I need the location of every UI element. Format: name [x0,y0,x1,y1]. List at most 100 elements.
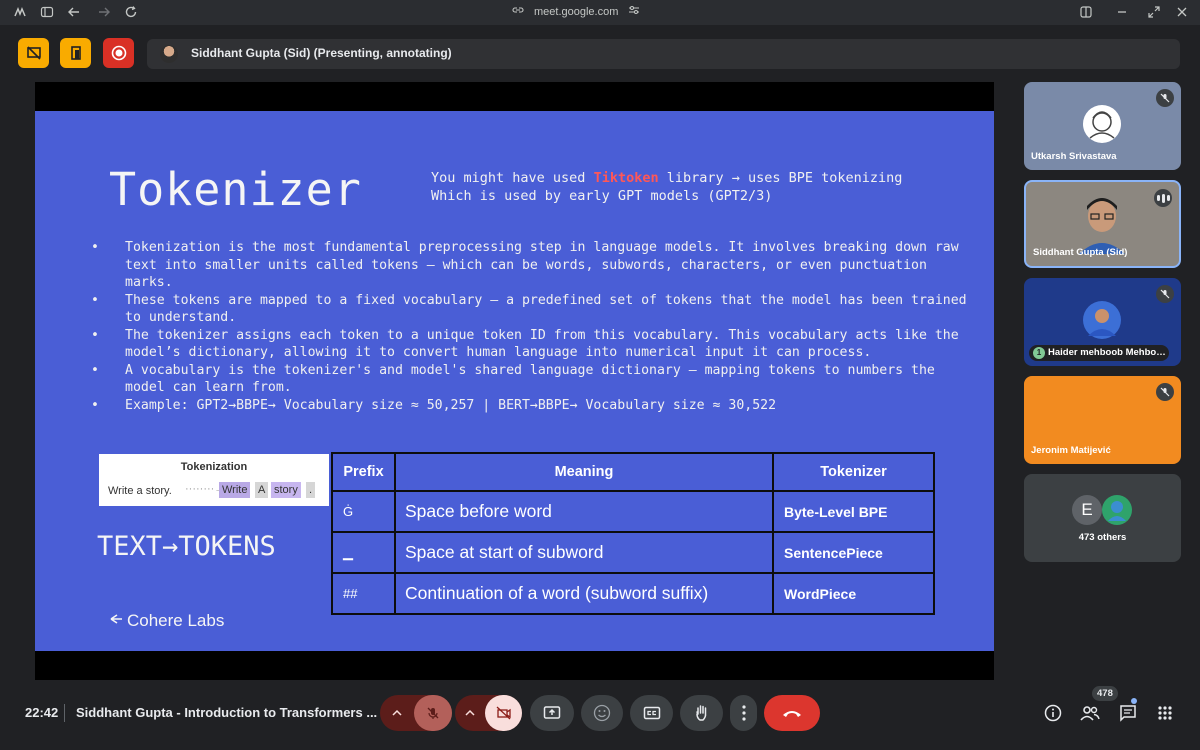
bullet-item: These tokens are mapped to a fixed vocab… [91,292,981,327]
tokenization-figure-title: Tokenization [180,461,248,473]
chat-button[interactable] [1117,702,1139,724]
others-count-label: 473 others [1078,532,1127,543]
record-button[interactable] [103,38,134,68]
cohere-logo: Cohere Labs [109,611,224,631]
cell-tokenizer: WordPiece [772,572,935,615]
mic-off-icon [1156,89,1174,107]
leave-call-button[interactable] [764,695,820,731]
col-header-prefix: Prefix [331,452,396,492]
note-highlight: Tiktoken [593,170,659,186]
prefix-table: Prefix Meaning Tokenizer Ġ Space before … [331,452,935,615]
table-row: ## Continuation of a word (subword suffi… [331,572,935,615]
other-avatar-initial: E [1072,495,1102,525]
more-icon [741,705,746,721]
participant-name: Haider mehboob Mehbo… [1048,347,1166,358]
slide: Tokenizer You might have used Tiktoken l… [35,111,994,651]
raise-hand-button[interactable] [680,695,723,731]
token-chip: story [271,482,301,498]
tune-icon[interactable] [628,4,640,21]
camera-control-group [455,695,522,731]
info-icon [1044,704,1062,722]
restore-icon[interactable] [1146,5,1161,20]
others-tile[interactable]: E 473 others [1024,474,1181,562]
captions-icon [643,706,660,720]
chat-icon [1120,705,1136,722]
camera-toggle-button[interactable] [485,695,522,731]
meeting-info-button[interactable] [1042,702,1064,724]
emoji-icon [593,704,611,722]
cell-meaning: Space before word [394,490,774,533]
participant-video [1079,198,1125,254]
url-text: meet.google.com [534,6,619,18]
door-icon [70,46,81,60]
cell-meaning: Continuation of a word (subword suffix) [394,572,774,615]
table-header-row: Prefix Meaning Tokenizer [331,452,935,492]
close-icon[interactable] [1174,5,1189,20]
reload-icon[interactable] [123,5,138,20]
cell-prefix: ▁ [331,531,396,574]
other-avatar [1102,495,1132,525]
forward-icon[interactable] [96,5,111,20]
people-icon [1080,706,1100,721]
bullet-item: Example: GPT2→BBPE→ Vocabulary size ≈ 50… [91,397,981,415]
table-row: ▁ Space at start of subword SentencePiec… [331,531,935,574]
record-icon [111,45,126,61]
participant-name: Siddhant Gupta (Sid) [1033,247,1128,258]
people-count-badge: 478 [1092,686,1118,701]
participant-tile[interactable]: Jeronim Matijević [1024,376,1181,464]
meet-top-bar: Siddhant Gupta (Sid) (Presenting, annota… [0,25,1200,81]
activities-icon [1158,706,1172,720]
token-chip: Write [219,482,251,498]
bullet-item: The tokenizer assigns each token to a un… [91,327,981,362]
participant-name-pill: 1 Haider mehboob Mehbo… [1029,345,1169,361]
presenter-banner[interactable]: Siddhant Gupta (Sid) (Presenting, annota… [147,39,1180,69]
split-view-icon[interactable] [1078,5,1093,20]
cell-tokenizer: Byte-Level BPE [772,490,935,533]
mic-off-icon [1156,285,1174,303]
meeting-title: Siddhant Gupta - Introduction to Transfo… [76,705,378,720]
participant-name: Jeronim Matijević [1031,445,1111,456]
stop-sharing-button[interactable] [18,38,49,68]
cohere-labs-icon [109,611,123,631]
participant-tile[interactable]: Siddhant Gupta (Sid) [1024,180,1181,268]
cell-meaning: Space at start of subword [394,531,774,574]
back-icon[interactable] [66,5,81,20]
participant-tile[interactable]: Utkarsh Srivastava [1024,82,1181,170]
site-info-icon[interactable] [512,4,524,21]
mic-off-icon [427,707,439,719]
slide-title: Tokenizer [109,163,362,216]
cell-tokenizer: SentencePiece [772,531,935,574]
slide-bullets: Tokenization is the most fundamental pre… [91,239,981,414]
raise-hand-icon [695,705,706,721]
sidebar-icon[interactable] [39,5,54,20]
video-options-button[interactable] [455,695,485,731]
chat-notification-dot [1131,698,1137,704]
slide-note: You might have used Tiktoken library → u… [431,169,902,205]
minimize-icon[interactable] [1114,5,1129,20]
more-options-button[interactable] [730,695,757,731]
emoji-button[interactable] [581,695,623,731]
presentation-stage: Tokenizer You might have used Tiktoken l… [35,82,994,680]
present-button[interactable] [530,695,574,731]
present-icon [543,706,561,719]
participant-tile[interactable]: 1 Haider mehboob Mehbo… [1024,278,1181,366]
cohere-logo-text: Cohere Labs [127,611,225,630]
captions-button[interactable] [630,695,673,731]
tab-switch-icon[interactable] [12,5,27,20]
camera-off-icon [496,706,511,720]
mic-toggle-button[interactable] [414,695,452,731]
address-bar[interactable]: meet.google.com [512,4,640,21]
tokenization-source-text: Write a story. [108,485,172,497]
col-header-meaning: Meaning [394,452,774,492]
mic-control-group [380,695,452,731]
avatar [1083,301,1121,339]
participant-badge: 1 [1033,347,1045,359]
cell-prefix: Ġ [331,490,396,533]
bullet-item: Tokenization is the most fundamental pre… [91,239,981,292]
annotate-button[interactable] [60,38,91,68]
col-header-tokenizer: Tokenizer [772,452,935,492]
activities-button[interactable] [1154,702,1176,724]
people-button[interactable] [1079,702,1101,724]
avatar [1083,105,1121,143]
audio-options-button[interactable] [380,695,414,731]
